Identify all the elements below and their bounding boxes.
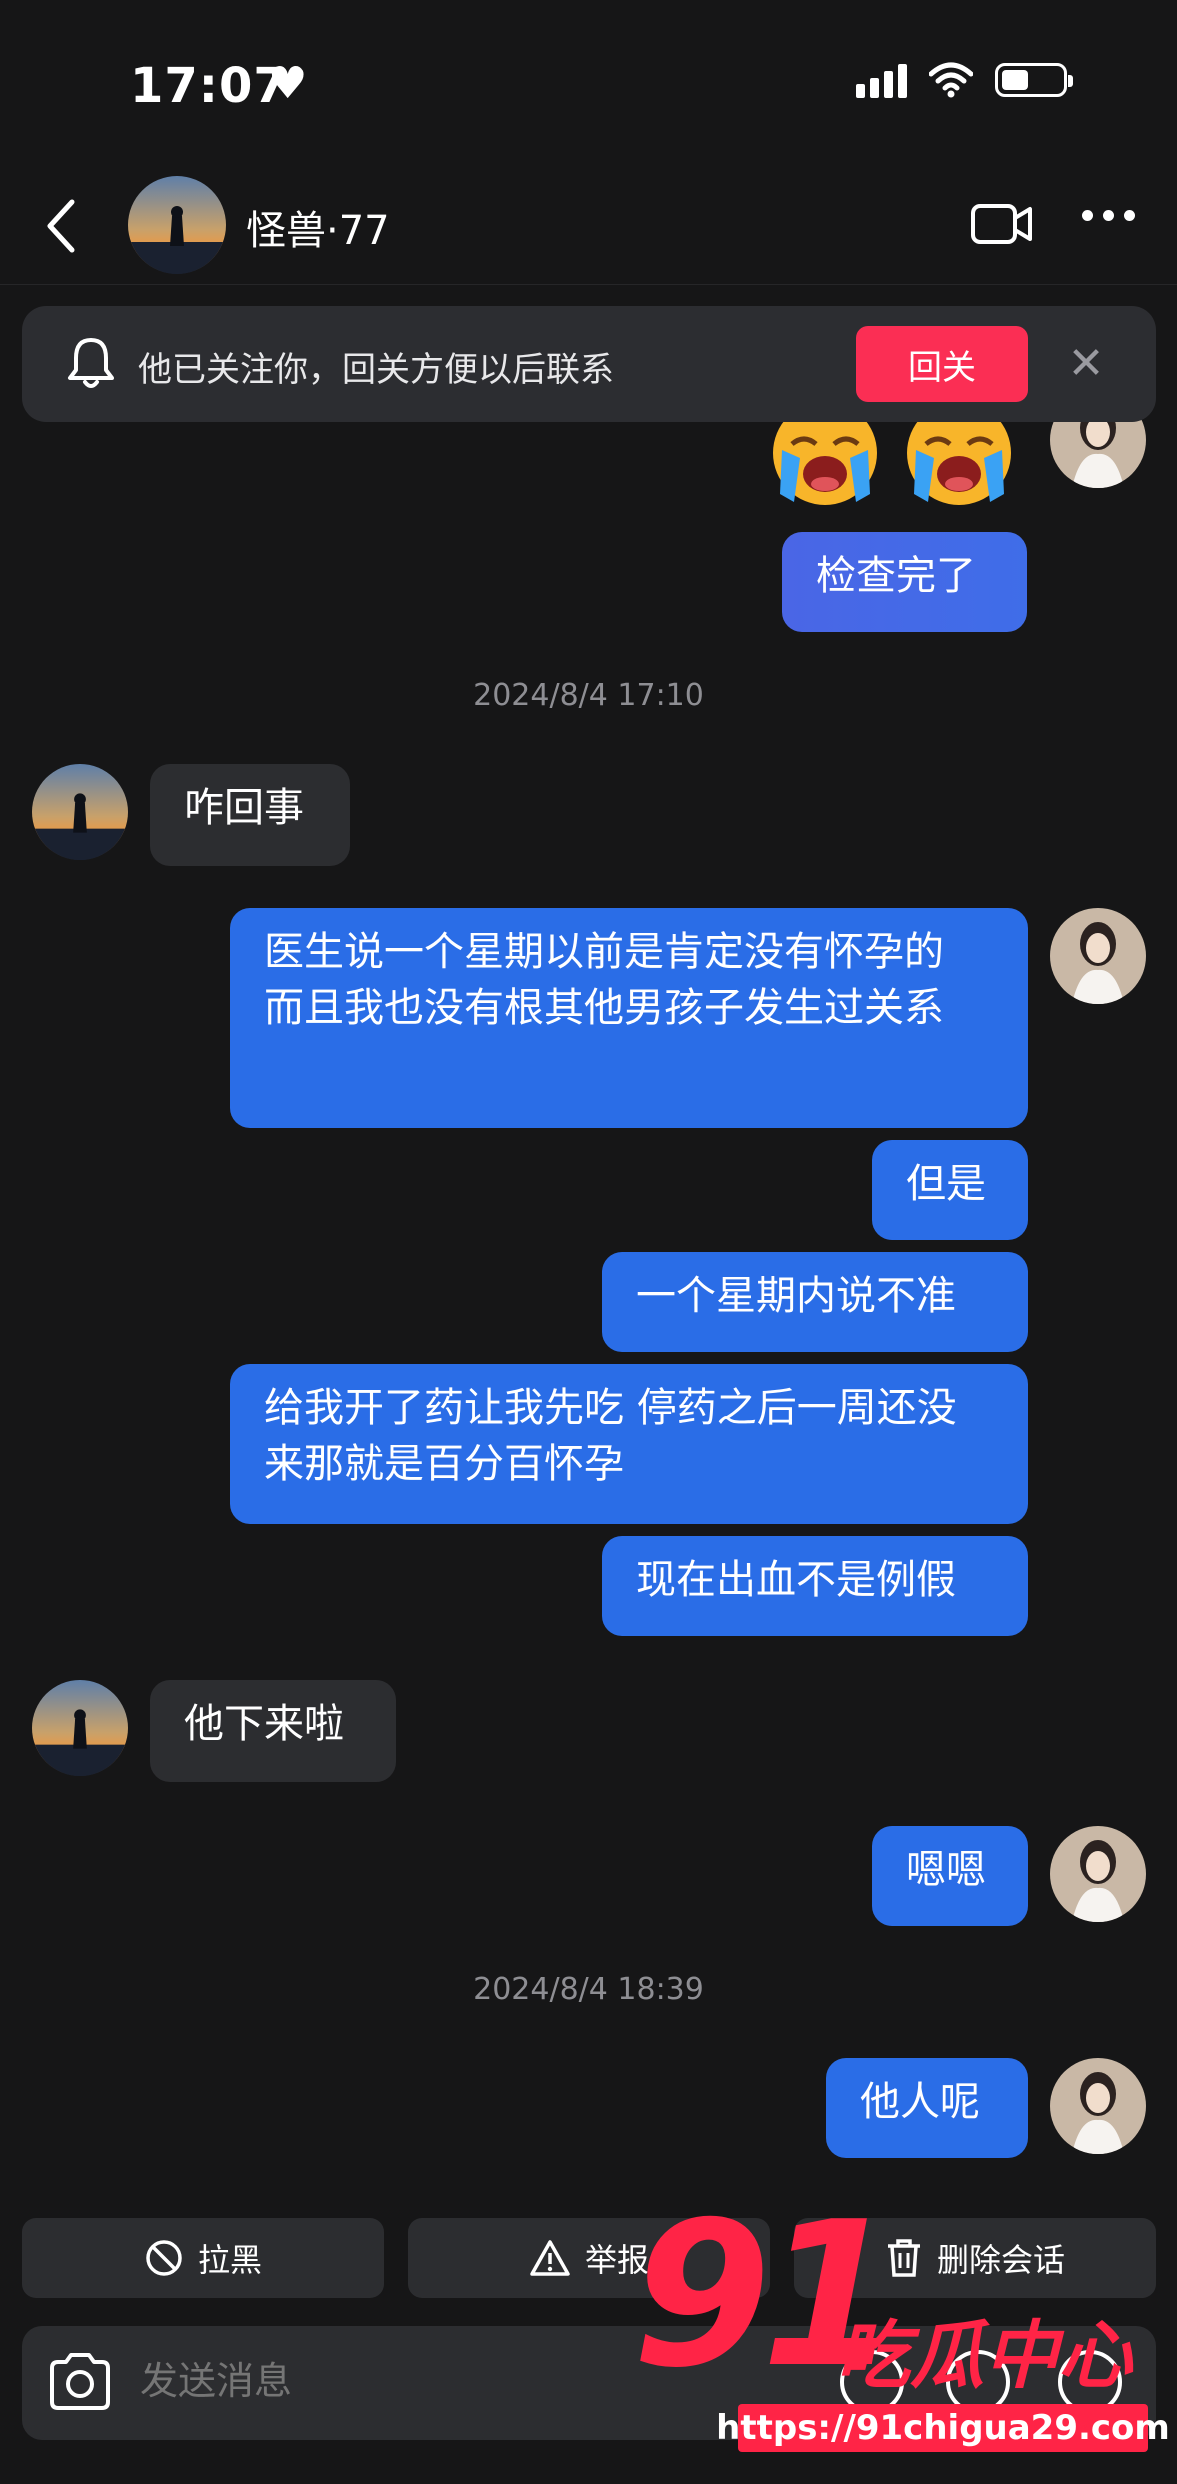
contact-avatar[interactable]	[32, 1680, 128, 1776]
message-bubble[interactable]: 一个星期内说不准	[602, 1252, 1028, 1352]
contact-name[interactable]: 怪兽·77	[246, 198, 390, 256]
block-icon	[146, 2240, 182, 2276]
heart-icon: ♥	[268, 58, 308, 109]
follow-banner-text: 他已关注你，回关方便以后联系	[138, 350, 614, 390]
message-bubble[interactable]: 给我开了药让我先吃 停药之后一周还没来那就是百分百怀孕	[230, 1364, 1028, 1524]
message-bubble[interactable]: 医生说一个星期以前是肯定没有怀孕的 而且我也没有根其他男孩子发生过关系	[230, 908, 1028, 1128]
message-bubble[interactable]: 嗯嗯	[872, 1826, 1028, 1926]
battery-icon	[995, 63, 1073, 97]
sender-avatar[interactable]	[1050, 908, 1146, 1004]
contact-avatar[interactable]	[32, 764, 128, 860]
more-icon[interactable]	[1082, 210, 1135, 221]
timestamp: 2024/8/4 18:39	[473, 1972, 704, 2007]
camera-icon[interactable]	[46, 2350, 114, 2414]
message-bubble[interactable]: 咋回事	[150, 764, 350, 866]
sender-avatar[interactable]	[1050, 1826, 1146, 1922]
status-icons	[856, 62, 1073, 98]
contact-avatar[interactable]	[128, 176, 226, 274]
status-time: 17:07	[130, 58, 288, 114]
message-bubble[interactable]: 他人呢	[826, 2058, 1028, 2158]
warning-icon	[530, 2240, 570, 2276]
timestamp: 2024/8/4 17:10	[473, 678, 704, 713]
sender-avatar[interactable]	[1050, 2058, 1146, 2154]
signal-icon	[856, 62, 907, 98]
watermark-url: https://91chigua29.com	[716, 2404, 1170, 2452]
wifi-icon	[929, 62, 973, 98]
header-divider	[0, 284, 1177, 285]
delete-label: 删除会话	[936, 2241, 1065, 2279]
block-label: 拉黑	[197, 2241, 262, 2279]
message-bubble[interactable]: 但是	[872, 1140, 1028, 1240]
message-input[interactable]	[138, 2358, 642, 2404]
trash-icon	[887, 2239, 920, 2277]
close-icon[interactable]: ✕	[1066, 338, 1106, 389]
watermark-text: 吃瓜中心	[836, 2313, 1132, 2399]
bell-icon	[68, 338, 114, 388]
message-bubble[interactable]: 检查完了	[782, 532, 1027, 632]
follow-back-button[interactable]: 回关	[856, 326, 1028, 402]
message-bubble[interactable]: 他下来啦	[150, 1680, 396, 1782]
back-icon[interactable]	[42, 196, 82, 256]
video-call-icon[interactable]	[970, 200, 1034, 248]
message-bubble[interactable]: 现在出血不是例假	[602, 1536, 1028, 1636]
block-button[interactable]: 拉黑	[22, 2218, 384, 2298]
